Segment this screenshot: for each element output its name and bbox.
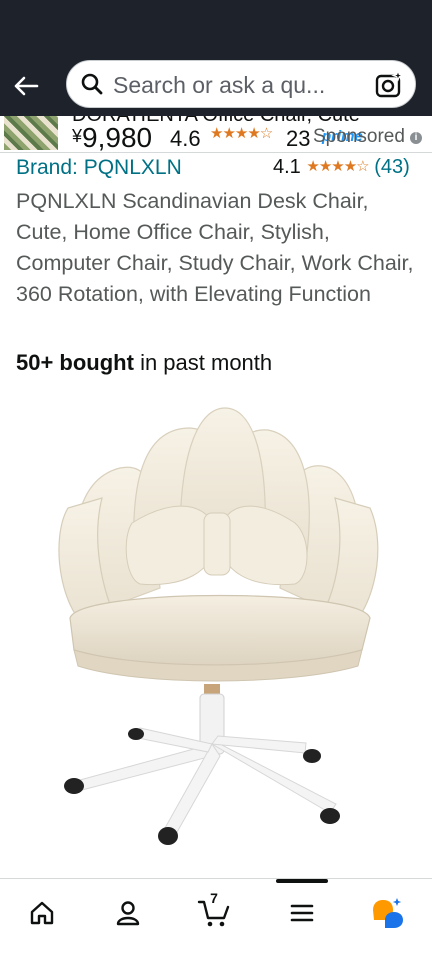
product-image[interactable] bbox=[40, 388, 392, 858]
currency-symbol: ¥ bbox=[72, 126, 83, 146]
review-count-link[interactable]: (43) bbox=[374, 156, 410, 178]
nav-cart[interactable]: 7 bbox=[188, 887, 240, 939]
bottom-navigation: 7 bbox=[0, 878, 432, 961]
nav-assistant[interactable] bbox=[362, 887, 414, 939]
cart-count: 7 bbox=[210, 890, 218, 906]
info-icon[interactable]: i bbox=[410, 132, 422, 144]
home-icon bbox=[30, 901, 54, 925]
search-icon bbox=[81, 73, 103, 95]
search-header bbox=[0, 56, 432, 116]
back-arrow-icon bbox=[14, 76, 39, 96]
product-rating[interactable]: 4.1 ★★★★☆ (43) bbox=[273, 156, 410, 179]
product-title[interactable]: PQNLXLN Scandinavian Desk Chair, Cute, H… bbox=[16, 186, 416, 310]
sponsored-product-strip[interactable]: DORATIENTA Office Chair, Cute ¥9,980 4.6… bbox=[0, 116, 432, 153]
bought-count: 50+ bought bbox=[16, 350, 134, 375]
sponsored-price: ¥9,980 bbox=[72, 122, 153, 153]
sponsored-stars-icon: ★★★★☆ bbox=[210, 125, 273, 142]
brand-link[interactable]: Brand: PQNLXLN bbox=[16, 156, 182, 180]
bought-in-past-month: 50+ bought in past month bbox=[16, 350, 272, 376]
sponsored-thumbnail[interactable] bbox=[4, 116, 58, 150]
back-button[interactable] bbox=[8, 68, 44, 104]
search-input[interactable] bbox=[113, 67, 359, 103]
person-icon bbox=[116, 901, 140, 926]
nav-account[interactable] bbox=[102, 887, 154, 939]
bought-suffix: in past month bbox=[133, 350, 273, 375]
sponsored-review-count: 23 bbox=[286, 126, 311, 151]
nav-home[interactable] bbox=[16, 887, 68, 939]
active-tab-indicator bbox=[276, 879, 328, 883]
nav-menu[interactable] bbox=[276, 887, 328, 939]
rating-value: 4.1 bbox=[273, 156, 301, 178]
camera-lens-icon[interactable] bbox=[375, 71, 403, 99]
status-bar bbox=[0, 0, 432, 56]
sponsored-rating: 4.6 bbox=[170, 126, 201, 151]
price-value: 9,980 bbox=[82, 122, 153, 153]
menu-icon bbox=[290, 904, 314, 922]
rating-stars-icon: ★★★★☆ bbox=[306, 158, 369, 175]
sponsored-label: Sponsored bbox=[313, 126, 405, 147]
ai-assistant-icon bbox=[373, 898, 403, 928]
search-bar[interactable] bbox=[66, 60, 416, 108]
